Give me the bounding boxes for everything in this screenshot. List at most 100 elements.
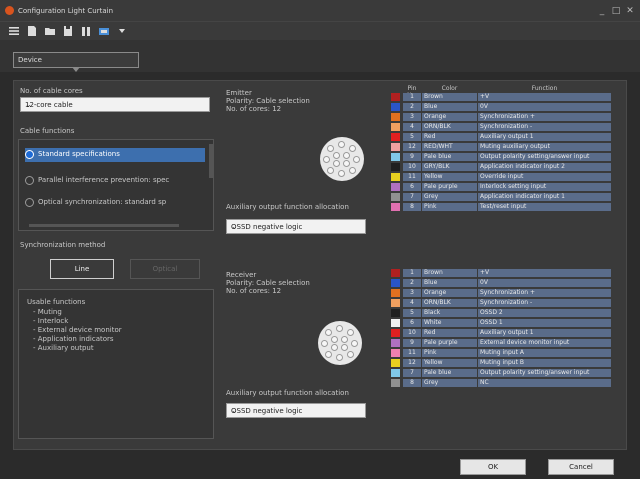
- pin-function: Interlock setting input: [478, 183, 611, 191]
- radio-standard[interactable]: Standard specifications: [25, 148, 205, 162]
- monitor-icon[interactable]: [98, 25, 110, 37]
- emitter-aux-select[interactable]: OSSD negative logic ⌄: [226, 219, 366, 234]
- title-bar: Configuration Light Curtain _ □ ✕: [0, 0, 640, 22]
- pin-row: 8 Grey NC: [391, 379, 613, 387]
- device-bar: Device: [0, 40, 640, 72]
- pin-function: Muting input B: [478, 359, 611, 367]
- pin-number: 7: [403, 369, 421, 377]
- pin-row: 10 GRY/BLK Application indicator input 2: [391, 163, 613, 171]
- toolbar: [0, 22, 640, 40]
- wire-color-name: Blue: [422, 103, 477, 111]
- function-header: Function: [531, 85, 558, 92]
- pin-number: 2: [403, 103, 421, 111]
- emitter-connector-icon: [320, 137, 364, 181]
- receiver-title: Receiver: [226, 271, 257, 279]
- pin-row: 11 Yellow Override input: [391, 173, 613, 181]
- wire-color-swatch: [391, 279, 400, 287]
- pin-function: Synchronization +: [478, 289, 611, 297]
- pin-function: Output polarity setting/answer input: [478, 153, 611, 161]
- radio-optical-sync[interactable]: Optical synchronization: standard sp: [25, 196, 205, 210]
- pin-row: 9 Pale blue Output polarity setting/answer…: [391, 153, 613, 161]
- pin-function: NC: [478, 379, 611, 387]
- pin-function: Synchronization +: [478, 113, 611, 121]
- radio-dot: [25, 176, 34, 185]
- wire-color-name: GRY/BLK: [422, 163, 477, 171]
- wire-color-name: Grey: [422, 193, 477, 201]
- radio-dot: [25, 150, 34, 159]
- maximize-button[interactable]: □: [610, 5, 622, 17]
- minimize-button[interactable]: _: [596, 5, 608, 17]
- wire-color-name: RED/WHT: [422, 143, 477, 151]
- receiver-aux-select[interactable]: OSSD negative logic ⌄: [226, 403, 366, 418]
- pin-number: 5: [403, 133, 421, 141]
- pin-function: Application indicator input 2: [478, 163, 611, 171]
- wire-color-swatch: [391, 203, 400, 211]
- pin-row: 1 Brown +V: [391, 269, 613, 277]
- open-folder-icon[interactable]: [44, 25, 56, 37]
- pin-row: 9 Pale purple External device monitor inpu…: [391, 339, 613, 347]
- cancel-button[interactable]: Cancel: [548, 459, 614, 475]
- chevron-down-icon: ⌄: [25, 100, 32, 109]
- wire-color-swatch: [391, 319, 400, 327]
- pin-number: 1: [403, 93, 421, 101]
- close-button[interactable]: ✕: [624, 5, 636, 17]
- wire-color-name: Pale blue: [422, 153, 477, 161]
- wire-color-name: White: [422, 319, 477, 327]
- usable-function-item: - Muting: [33, 308, 62, 316]
- chevron-down-icon: ⌄: [231, 222, 238, 231]
- pin-number: 9: [403, 153, 421, 161]
- wire-color-swatch: [391, 369, 400, 377]
- pin-row: 1 Brown +V: [391, 93, 613, 101]
- wire-color-swatch: [391, 133, 400, 141]
- cable-cores-select[interactable]: 12-core cable ⌄: [20, 97, 210, 112]
- pin-number: 6: [403, 319, 421, 327]
- radio-parallel-interference[interactable]: Parallel interference prevention: spec: [25, 174, 205, 188]
- save-icon[interactable]: [62, 25, 74, 37]
- wire-color-name: Pale blue: [422, 369, 477, 377]
- menu-icon[interactable]: [8, 25, 20, 37]
- chevron-down-icon: ⌄: [231, 406, 238, 415]
- device-tab[interactable]: Device: [13, 52, 139, 72]
- wire-color-name: Grey: [422, 379, 477, 387]
- sync-method-label: Synchronization method: [20, 241, 106, 249]
- new-file-icon[interactable]: [26, 25, 38, 37]
- optical-button[interactable]: Optical: [130, 259, 200, 279]
- cable-functions-list: Standard specifications Parallel interfe…: [18, 139, 214, 231]
- wire-color-swatch: [391, 329, 400, 337]
- line-button[interactable]: Line: [50, 259, 114, 279]
- usable-function-item: - Interlock: [33, 317, 69, 325]
- radio-label: Optical synchronization: standard sp: [38, 198, 167, 206]
- wire-color-swatch: [391, 183, 400, 191]
- pin-number: 11: [403, 173, 421, 181]
- wire-color-swatch: [391, 269, 400, 277]
- vertical-scrollbar[interactable]: [209, 144, 213, 178]
- pin-function: Application indicator input 1: [478, 193, 611, 201]
- pin-function: Auxiliary output 1: [478, 329, 611, 337]
- usable-functions-panel: Usable functions - Muting - Interlock - …: [18, 289, 214, 439]
- pin-row: 2 Blue 0V: [391, 279, 613, 287]
- pin-number: 2: [403, 279, 421, 287]
- dropdown-arrow-icon[interactable]: [116, 25, 128, 37]
- pin-function: OSSD 2: [478, 309, 611, 317]
- pin-number: 5: [403, 309, 421, 317]
- window-title: Configuration Light Curtain: [18, 7, 114, 15]
- pin-row: 3 Orange Synchronization +: [391, 113, 613, 121]
- cable-cores-label: No. of cable cores: [20, 87, 83, 95]
- app-icon: [5, 6, 14, 15]
- pin-number: 8: [403, 203, 421, 211]
- pin-number: 12: [403, 143, 421, 151]
- pin-number: 9: [403, 339, 421, 347]
- device-label: Device: [18, 56, 42, 64]
- device-icon[interactable]: [80, 25, 92, 37]
- ok-button[interactable]: OK: [460, 459, 526, 475]
- receiver-aux-label: Auxiliary output function allocation: [226, 389, 349, 397]
- radio-label: Parallel interference prevention: spec: [38, 176, 170, 184]
- wire-color-swatch: [391, 123, 400, 131]
- wire-color-name: Red: [422, 133, 477, 141]
- horizontal-scrollbar[interactable]: [29, 224, 179, 227]
- emitter-cores: No. of cores: 12: [226, 105, 282, 113]
- wire-color-name: Brown: [422, 269, 477, 277]
- radio-label: Standard specifications: [38, 150, 120, 158]
- pin-function: 0V: [478, 103, 611, 111]
- color-header: Color: [441, 85, 458, 92]
